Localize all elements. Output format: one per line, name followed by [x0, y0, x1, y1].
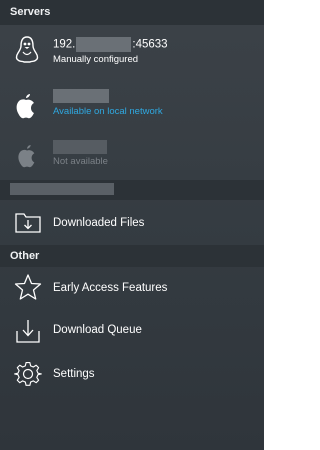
- server-status-available: Available on local network: [53, 106, 163, 117]
- servers-header-label: Servers: [10, 6, 51, 18]
- side-menu-panel: Servers 192.:45633 Manually configured A: [0, 0, 264, 450]
- settings-item[interactable]: Settings: [0, 355, 264, 399]
- apple-icon: [14, 92, 38, 125]
- early-access-label: Early Access Features: [53, 282, 168, 294]
- server-address-port: :45633: [132, 38, 168, 51]
- server-address: 192. :45633: [53, 37, 168, 52]
- star-icon: [14, 273, 42, 306]
- downloaded-files-label: Downloaded Files: [53, 217, 145, 229]
- server-item-unavailable[interactable]: Not available: [0, 136, 264, 180]
- other-section-header: Other: [0, 245, 264, 267]
- servers-section-header: Servers: [0, 0, 264, 25]
- download-queue-item[interactable]: Download Queue: [0, 311, 264, 355]
- gear-icon: [14, 360, 42, 393]
- server-item-local[interactable]: Available on local network: [0, 84, 264, 134]
- redacted-section-title: [10, 183, 114, 195]
- other-header-label: Other: [10, 250, 40, 262]
- redacted-server-name: [53, 140, 107, 154]
- early-access-item[interactable]: Early Access Features: [0, 267, 264, 311]
- downloaded-files-item[interactable]: Downloaded Files: [0, 202, 264, 246]
- server-status-unavailable: Not available: [53, 156, 108, 167]
- server-address-prefix: 192.: [53, 38, 76, 51]
- linux-tux-icon: [14, 35, 40, 70]
- apple-icon-disabled: [16, 143, 38, 174]
- settings-label: Settings: [53, 368, 95, 380]
- server-item-manual[interactable]: 192. :45633 Manually configured: [0, 27, 264, 83]
- redacted-block: [76, 37, 132, 52]
- download-tray-icon: [14, 317, 42, 350]
- redacted-server-name: [53, 89, 109, 103]
- server-subtitle: Manually configured: [53, 54, 139, 65]
- download-queue-label: Download Queue: [53, 324, 142, 336]
- downloaded-folder-icon: [14, 210, 42, 239]
